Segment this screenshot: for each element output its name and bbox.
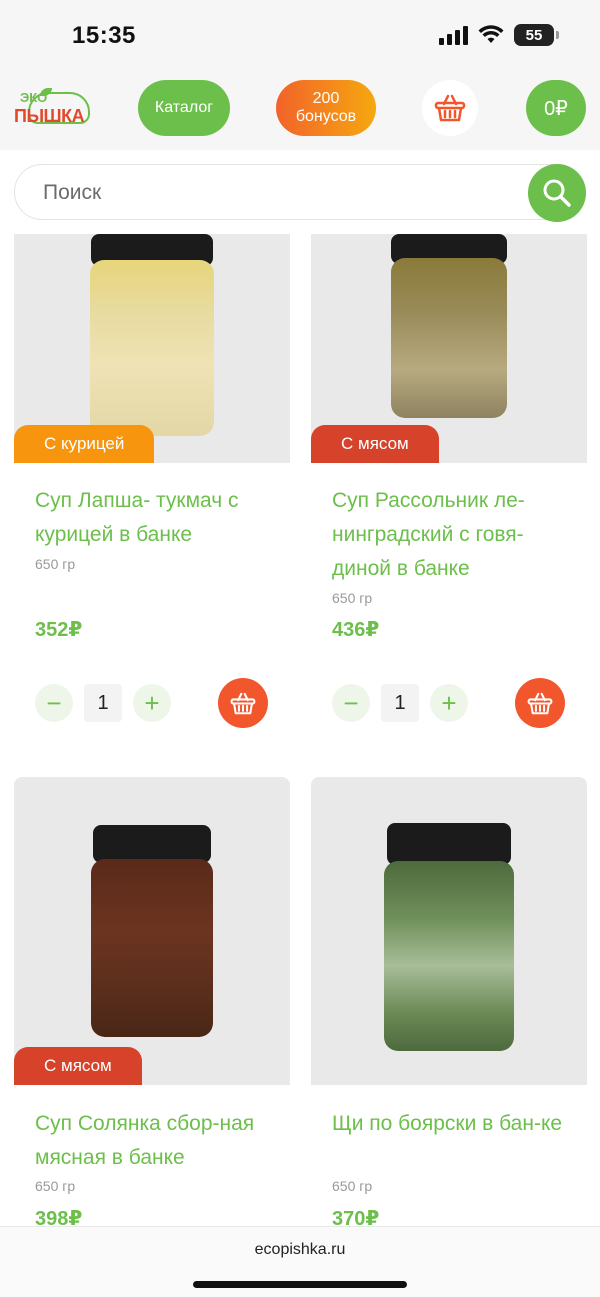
quantity-value[interactable]: 1 <box>381 684 419 722</box>
product-image: С курицей <box>14 234 290 463</box>
jar-lid <box>93 825 211 863</box>
catalog-button[interactable]: Каталог <box>138 80 230 136</box>
battery-icon: 55 <box>514 24 559 46</box>
product-weight: 650 гр <box>35 1178 76 1194</box>
quantity-decrease-button[interactable]: − <box>332 684 370 722</box>
product-card[interactable]: Щи по боярски в бан-ке 650 гр 370₽ <box>311 777 587 1226</box>
jar-lid <box>387 823 511 865</box>
product-badge: С мясом <box>14 1047 142 1085</box>
product-price: 352₽ <box>35 619 83 641</box>
product-price: 436₽ <box>332 619 380 641</box>
url-label[interactable]: ecopishka.ru <box>0 1241 600 1259</box>
add-to-cart-button[interactable] <box>515 678 565 728</box>
search-input[interactable] <box>43 165 503 221</box>
product-grid: С курицей Суп Лапша- тукмач с курицей в … <box>0 234 600 1226</box>
search-button[interactable] <box>528 164 586 222</box>
eko-pyshka-logo[interactable]: ЭКО ПЫШКА <box>14 88 94 132</box>
search-bar <box>0 150 600 234</box>
product-title[interactable]: Щи по боярски в бан-ке <box>332 1107 572 1141</box>
search-icon <box>543 179 571 207</box>
quantity-increase-button[interactable]: + <box>430 684 468 722</box>
product-card[interactable]: С мясом Суп Рассольник ле-нинградский с … <box>311 234 587 744</box>
home-indicator[interactable] <box>193 1281 407 1288</box>
product-price: 370₽ <box>332 1208 380 1226</box>
product-weight: 650 гр <box>332 1178 373 1194</box>
product-card[interactable]: С курицей Суп Лапша- тукмач с курицей в … <box>14 234 290 744</box>
product-title[interactable]: Суп Лапша- тукмач с курицей в банке <box>35 484 275 552</box>
browser-address-bar: ecopishka.ru <box>0 1226 600 1297</box>
wifi-icon <box>478 25 504 43</box>
cart-button[interactable] <box>422 80 478 136</box>
add-to-cart-button[interactable] <box>218 678 268 728</box>
status-bar: 15:35 55 <box>0 0 600 70</box>
basket-icon <box>434 94 466 122</box>
search-box <box>14 164 586 222</box>
quantity-increase-button[interactable]: + <box>133 684 171 722</box>
quantity-decrease-button[interactable]: − <box>35 684 73 722</box>
product-title[interactable]: Суп Солянка сбор-ная мясная в банке <box>35 1107 275 1175</box>
product-badge: С курицей <box>14 425 155 463</box>
product-price: 398₽ <box>35 1208 83 1226</box>
site-header: ЭКО ПЫШКА Каталог 200 бонусов 0₽ <box>0 70 600 150</box>
status-icons: 55 <box>439 24 559 46</box>
bonus-amount: 200 <box>312 90 340 107</box>
logo-eko-text: ЭКО <box>20 90 48 105</box>
basket-icon <box>230 692 256 714</box>
product-image <box>311 777 587 1085</box>
bonus-button[interactable]: 200 бонусов <box>276 80 376 136</box>
product-weight: 650 гр <box>35 556 76 572</box>
quantity-value[interactable]: 1 <box>84 684 122 722</box>
jar-body <box>384 861 514 1051</box>
status-time: 15:35 <box>72 22 136 49</box>
basket-icon <box>527 692 553 714</box>
jar-body <box>90 260 214 436</box>
product-card[interactable]: С мясом Суп Солянка сбор-ная мясная в ба… <box>14 777 290 1226</box>
product-badge: С мясом <box>311 425 439 463</box>
jar-body <box>391 258 507 418</box>
product-weight: 650 гр <box>332 590 373 606</box>
bonus-label: бонусов <box>295 108 357 125</box>
cart-total-button[interactable]: 0₽ <box>526 80 586 136</box>
logo-main-text: ПЫШКА <box>14 106 85 126</box>
product-image: С мясом <box>311 234 587 463</box>
jar-body <box>91 859 213 1037</box>
product-image: С мясом <box>14 777 290 1085</box>
cellular-signal-icon <box>439 25 468 45</box>
product-title[interactable]: Суп Рассольник ле-нинградский с говя-дин… <box>332 484 572 586</box>
